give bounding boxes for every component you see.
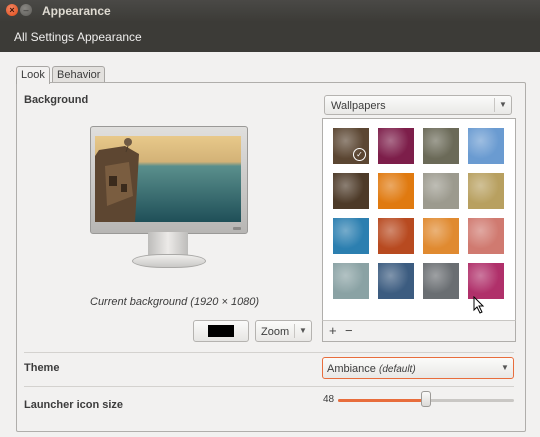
background-mode-select[interactable]: Zoom ▼ bbox=[255, 320, 312, 342]
mouse-pointer-icon bbox=[473, 296, 485, 314]
launcher-icon-size-value: 48 bbox=[323, 394, 335, 405]
window-titlebar: × – Appearance bbox=[0, 0, 540, 22]
wallpaper-thumbnail[interactable] bbox=[468, 218, 504, 254]
wallpaper-thumbnail[interactable] bbox=[423, 128, 459, 164]
wallpaper-thumbnail[interactable] bbox=[378, 128, 414, 164]
wallpaper-thumbnail[interactable]: ✓ bbox=[333, 128, 369, 164]
wallpaper-thumbnail[interactable] bbox=[378, 218, 414, 254]
wallpaper-thumbnail[interactable] bbox=[378, 263, 414, 299]
theme-name: Ambiance bbox=[327, 363, 376, 375]
background-mode-value: Zoom bbox=[261, 326, 290, 338]
divider bbox=[24, 386, 514, 387]
wallpaper-thumbnail[interactable] bbox=[423, 173, 459, 209]
theme-select[interactable]: Ambiance (default) ▼ bbox=[322, 357, 514, 379]
breadcrumb-appearance[interactable]: Appearance bbox=[77, 30, 142, 44]
wallpaper-thumbnail[interactable] bbox=[423, 263, 459, 299]
background-label: Background bbox=[24, 94, 89, 106]
wallpaper-thumbnail[interactable] bbox=[333, 263, 369, 299]
background-preview bbox=[90, 126, 248, 234]
wallpaper-thumbnail[interactable] bbox=[333, 218, 369, 254]
preview-screen bbox=[95, 136, 241, 222]
preview-wallpaper-image bbox=[95, 136, 241, 222]
color-swatch bbox=[208, 325, 234, 337]
wallpaper-thumbnail[interactable] bbox=[423, 218, 459, 254]
wallpaper-thumbnail[interactable] bbox=[378, 173, 414, 209]
slider-handle[interactable] bbox=[421, 391, 431, 407]
remove-wallpaper-button[interactable]: − bbox=[345, 323, 353, 338]
wallpaper-thumbnail[interactable] bbox=[333, 173, 369, 209]
breadcrumb-all-settings[interactable]: All Settings bbox=[14, 30, 74, 44]
monitor-base bbox=[132, 254, 206, 268]
add-wallpaper-button[interactable]: + bbox=[329, 323, 337, 338]
wallpaper-source-select[interactable]: Wallpapers ▼ bbox=[324, 95, 512, 115]
wallpaper-thumbnail[interactable] bbox=[468, 173, 504, 209]
tab-look[interactable]: Look bbox=[16, 66, 50, 84]
window-title: Appearance bbox=[42, 4, 111, 18]
breadcrumb: All Settings Appearance bbox=[0, 22, 540, 52]
power-led-icon bbox=[233, 227, 241, 230]
minimize-icon[interactable]: – bbox=[20, 4, 32, 16]
wallpaper-grid: ✓ bbox=[322, 118, 516, 342]
theme-label: Theme bbox=[24, 362, 60, 374]
divider bbox=[24, 352, 514, 353]
theme-default-tag: (default) bbox=[378, 364, 416, 375]
wallpaper-toolbar: + − bbox=[322, 320, 516, 342]
chevron-down-icon: ▼ bbox=[501, 363, 509, 372]
selected-check-icon: ✓ bbox=[353, 148, 366, 161]
theme-value: Ambiance (default) bbox=[327, 358, 416, 381]
chevron-down-icon: ▼ bbox=[294, 324, 311, 338]
close-icon[interactable]: × bbox=[6, 4, 18, 16]
wallpaper-thumbnail[interactable] bbox=[468, 263, 504, 299]
launcher-icon-size-label: Launcher icon size bbox=[24, 399, 124, 411]
chevron-down-icon: ▼ bbox=[494, 98, 511, 112]
tab-behavior[interactable]: Behavior bbox=[52, 66, 106, 83]
wallpaper-source-value: Wallpapers bbox=[331, 100, 386, 112]
monitor-stand bbox=[148, 232, 188, 256]
wallpaper-thumbnail[interactable] bbox=[468, 128, 504, 164]
background-color-button[interactable] bbox=[193, 320, 249, 342]
slider-fill bbox=[338, 399, 426, 402]
current-background-caption: Current background (1920 × 1080) bbox=[90, 296, 260, 308]
